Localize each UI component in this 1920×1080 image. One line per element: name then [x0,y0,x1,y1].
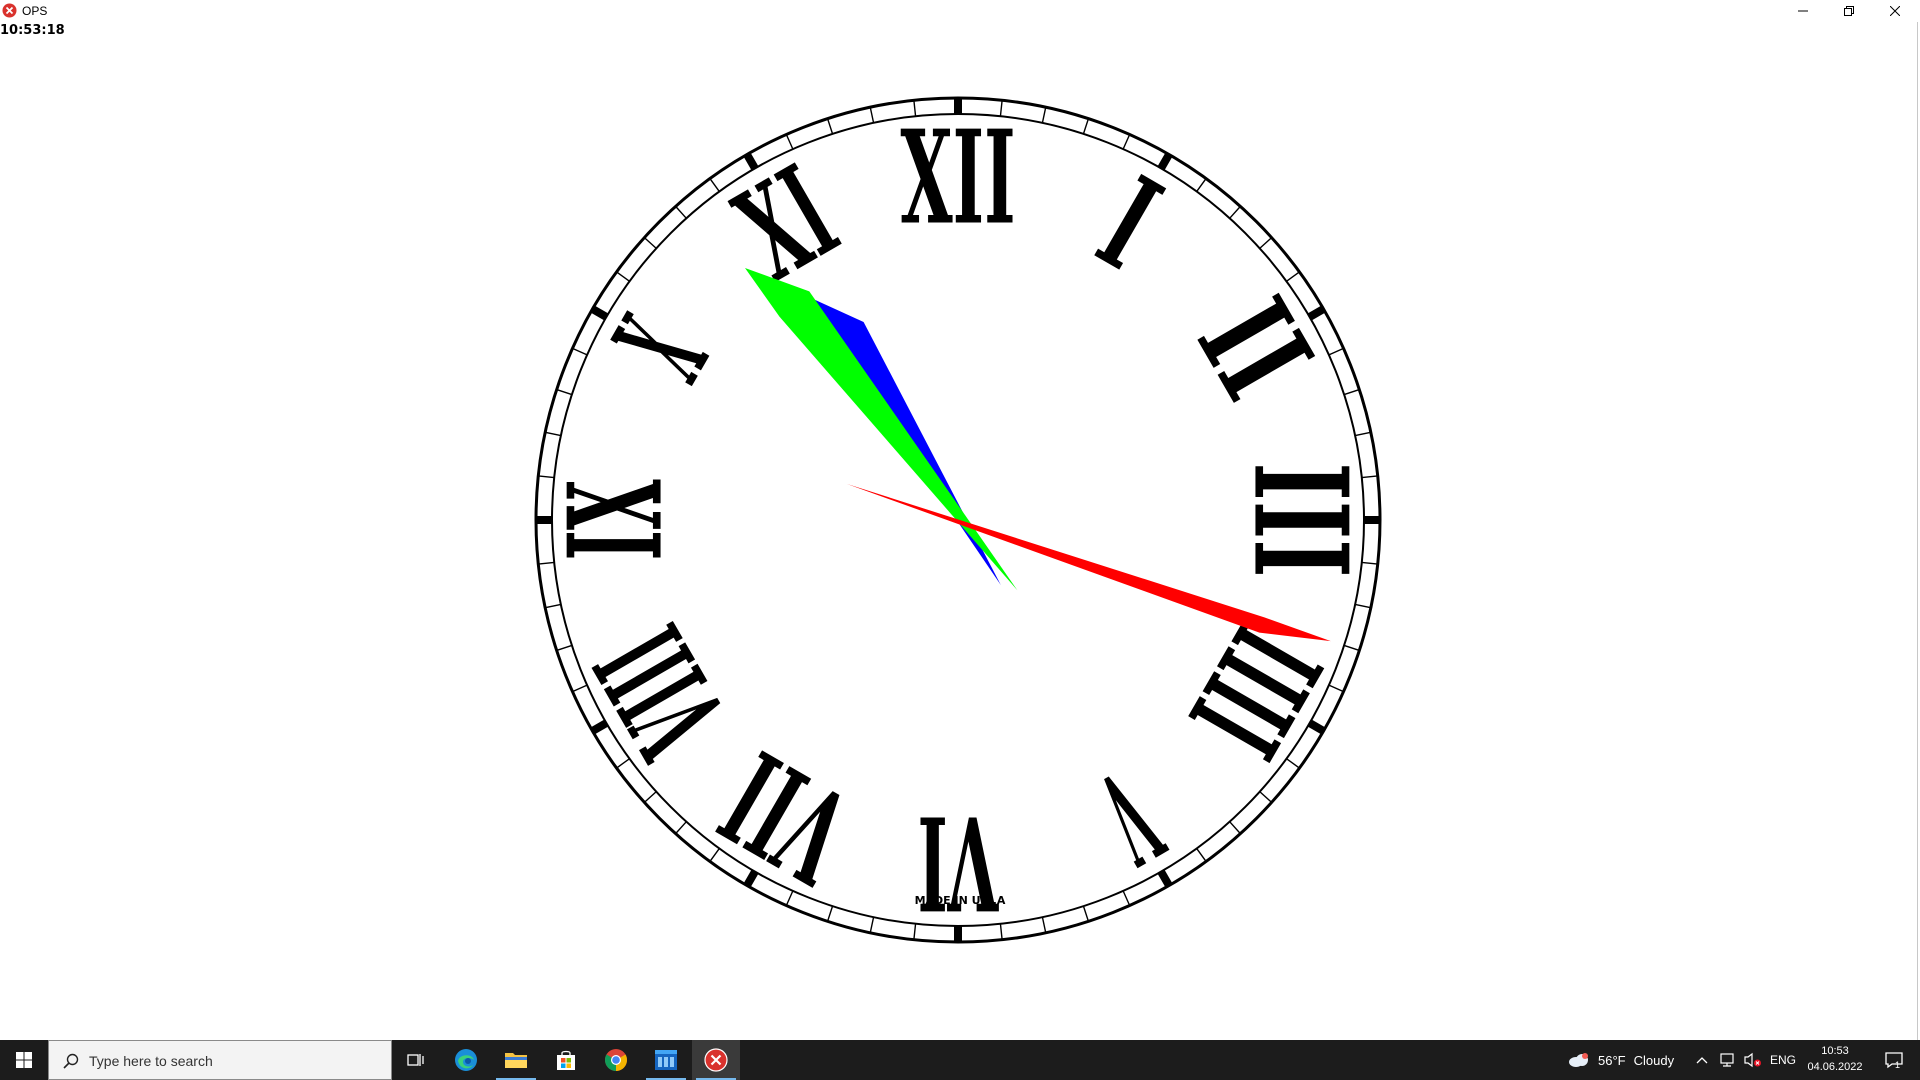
weather-temp: 56°F [1598,1052,1626,1068]
notification-count: 1 [1895,1060,1901,1070]
taskbar-search-box[interactable]: Type here to search [48,1040,392,1080]
taskbar-date: 04.06.2022 [1807,1061,1863,1073]
taskbar-time: 10:53 [1821,1045,1849,1057]
window-edge [1917,22,1918,1040]
file-explorer-button[interactable] [492,1040,540,1080]
store-bag-icon [557,1050,575,1070]
analog-clock: XIIIIIIIIIIIIVVIVIIVIIIIXXXIMADE IN U.S.… [534,96,1382,944]
app-window-icon [655,1050,677,1070]
numeral-III: III [1224,462,1375,577]
windows-logo-icon [16,1052,32,1068]
ops-error-icon [704,1048,728,1072]
task-view-button[interactable] [392,1040,440,1080]
notification-icon [1885,1052,1903,1069]
clock-canvas: XIIIIIIIIIIIIVVIVIIVIIIIXXXIMADE IN U.S.… [0,0,1920,1040]
network-icon [1720,1053,1734,1067]
store-button[interactable] [542,1040,590,1080]
ops-window: OPS 10:53:18 XIIIIIIIIIIIIVVIVIIVIIIIXXX… [0,0,1920,1040]
network-button[interactable] [1718,1040,1736,1080]
numeral-VI: VI [918,786,1000,937]
notification-center-button[interactable]: 1 [1872,1040,1916,1080]
volume-muted-icon [1744,1052,1761,1068]
chrome-icon [605,1049,627,1071]
cloud-icon [1569,1053,1588,1067]
taskbar-clock[interactable]: 10:53 04.06.2022 [1800,1043,1870,1075]
edge-button[interactable] [442,1040,490,1080]
language-indicator[interactable]: ENG [1770,1040,1796,1080]
weather-widget[interactable]: 56°F Cloudy [1568,1040,1674,1080]
taskbar: Type here to search 56°F Cloudy ENG 10:5… [0,1040,1920,1080]
edge-icon [455,1049,477,1071]
show-hidden-icons-button[interactable] [1694,1040,1710,1080]
volume-button[interactable] [1744,1040,1762,1080]
search-icon [63,1053,79,1069]
task-view-icon [407,1054,424,1066]
ops-taskbar-button[interactable] [692,1040,740,1080]
maker-mark: MADE IN U.S.A [915,894,1006,907]
visual-app-button[interactable] [642,1040,690,1080]
numeral-XII: XII [900,102,1015,253]
weather-condition: Cloudy [1633,1052,1675,1068]
numeral-IX: IX [540,479,691,560]
search-placeholder: Type here to search [89,1053,213,1069]
folder-icon [505,1053,527,1068]
start-button[interactable] [0,1040,48,1080]
chrome-button[interactable] [592,1040,640,1080]
chevron-up-icon [1696,1057,1708,1064]
